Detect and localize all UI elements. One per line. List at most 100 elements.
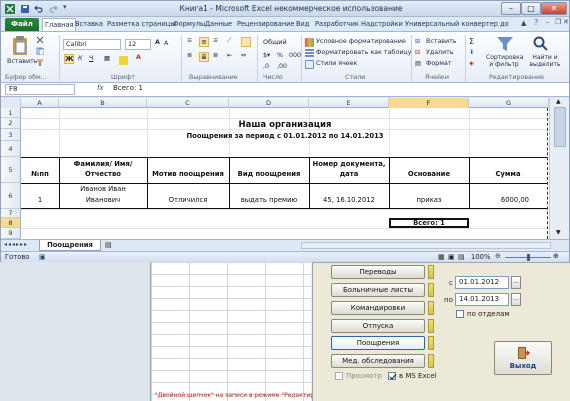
column-header-f[interactable]: F (389, 98, 469, 108)
decrease-decimal-icon[interactable]: ,00 (277, 63, 287, 70)
align-right-icon[interactable]: ≣ (213, 52, 218, 59)
currency-icon[interactable]: $▾ (263, 52, 270, 59)
grow-font-icon[interactable]: A (155, 39, 160, 46)
cell-type[interactable]: выдать премию (229, 196, 309, 204)
zoom-in-icon[interactable]: ⊕ (553, 252, 559, 260)
name-box[interactable]: F8 (5, 84, 75, 95)
save-icon[interactable] (21, 5, 29, 13)
scroll-down-arrow-icon[interactable]: ▼ (556, 229, 561, 236)
conditional-format-icon[interactable] (305, 38, 314, 47)
scroll-up-arrow-icon[interactable]: ▲ (556, 98, 561, 105)
copy-icon[interactable] (36, 47, 44, 55)
vertical-scrollbar[interactable]: ▲ ▼ (549, 98, 569, 239)
tab-file[interactable]: Файл (5, 18, 39, 31)
sheet-nav-arrows-icon[interactable]: ◂◂◂▸▸▸ (4, 241, 28, 248)
zoom-out-icon[interactable]: ⊖ (495, 252, 501, 260)
underline-button[interactable]: Ч (89, 55, 93, 62)
sort-filter-icon[interactable] (496, 36, 514, 52)
cell-fio-line2[interactable]: Иванович (59, 196, 147, 204)
close-button[interactable]: ✕ (541, 2, 567, 15)
find-select-icon[interactable] (533, 36, 549, 52)
cell-fio-line1[interactable]: Иванов Иван (59, 185, 147, 193)
format-painter-icon[interactable] (36, 58, 44, 66)
exit-button[interactable]: Выход (494, 341, 552, 375)
sheet-tab-rewards[interactable]: Поощрения (39, 240, 101, 251)
wb-restore-icon[interactable]: ❐ (555, 18, 561, 26)
clear-icon[interactable]: ◈ (469, 60, 474, 67)
cell-styles-icon[interactable] (305, 60, 314, 69)
comma-icon[interactable]: 000 (289, 52, 301, 59)
bold-button[interactable]: Ж (64, 54, 74, 64)
tab-view[interactable]: Вид (294, 18, 311, 31)
excel-app-icon[interactable] (5, 4, 15, 14)
wb-minimize-icon[interactable]: – (546, 18, 550, 26)
align-bottom-icon[interactable]: ≡ (213, 37, 218, 44)
column-header-b[interactable]: B (59, 98, 147, 108)
rewards-button[interactable]: Поощрения (331, 336, 425, 350)
help-icon[interactable]: ? (534, 18, 538, 27)
percent-icon[interactable]: % (277, 52, 283, 59)
row-header-9[interactable]: 9 (1, 228, 21, 239)
cell-basis[interactable]: приказ (389, 196, 469, 204)
tab-home[interactable]: Главная (42, 18, 77, 31)
font-color-icon[interactable]: A (136, 54, 141, 61)
worksheet-grid[interactable]: A B C D E F G 1 2 3 4 5 6 7 8 9 10 Наша … (1, 98, 549, 239)
tab-developer[interactable]: Разработчик (313, 18, 361, 31)
minimize-button[interactable]: – (501, 2, 521, 15)
row-header-5[interactable]: 5 (1, 157, 21, 183)
indent-icon[interactable]: ⇤ (227, 52, 232, 59)
cell-doc[interactable]: 45, 16.10.2012 (309, 196, 389, 204)
wb-close-icon[interactable]: ✕ (563, 18, 569, 26)
conditional-format-button[interactable]: Условное форматирование (316, 38, 406, 45)
tab-converter[interactable]: Универсальный конвертер до (403, 18, 511, 31)
cell-num[interactable]: 1 (21, 196, 59, 204)
row-header-6[interactable]: 6 (1, 183, 21, 209)
column-header-a[interactable]: A (21, 98, 59, 108)
from-date-picker-button[interactable]: … (511, 276, 521, 289)
zoom-level[interactable]: 100% (471, 253, 490, 261)
borders-icon[interactable]: ▦ (104, 55, 110, 62)
number-format-combo[interactable]: Общий (261, 38, 297, 49)
cell-sum[interactable]: 6000,00 (469, 196, 547, 204)
format-table-button[interactable]: Форматировать как таблицу (316, 49, 411, 56)
in-excel-checkbox[interactable] (388, 372, 397, 380)
ribbon-minimize-icon[interactable]: ▲ (521, 19, 526, 27)
cell-total-selected[interactable]: Всего: 1 (389, 218, 469, 228)
tab-data[interactable]: Данные (203, 18, 234, 31)
increase-decimal-icon[interactable]: ,0 (263, 63, 269, 70)
align-left-icon[interactable]: ≣ (187, 52, 192, 59)
sick-leave-button[interactable]: Больничные листы (331, 283, 425, 297)
align-center-icon[interactable]: ≣ (199, 52, 209, 62)
normal-view-icon[interactable]: ▦ (438, 253, 445, 261)
delete-cells-icon[interactable]: ⊟ (415, 49, 420, 56)
fill-color-icon[interactable] (119, 56, 128, 65)
merge-icon[interactable]: ⇔ (241, 52, 246, 59)
formula-input[interactable]: Всего: 1 (113, 84, 143, 92)
maximize-button[interactable]: □ (521, 2, 541, 15)
column-header-c[interactable]: C (147, 98, 229, 108)
tab-addins[interactable]: Надстройки (359, 18, 405, 31)
find-select-button[interactable]: Найти и выделить (523, 54, 567, 68)
to-date-picker-button[interactable]: … (511, 293, 521, 306)
delete-cells-button[interactable]: Удалить (426, 49, 454, 56)
font-name-combo[interactable]: Calibri (63, 39, 121, 50)
row-header-2[interactable]: 2 (1, 118, 21, 129)
cut-icon[interactable] (36, 36, 44, 44)
row-header-4[interactable]: 4 (1, 141, 21, 157)
paste-clipboard-icon[interactable] (11, 36, 29, 56)
insert-cells-icon[interactable]: ⊞ (415, 38, 420, 45)
format-cells-button[interactable]: Формат (426, 60, 452, 67)
cell-motive[interactable]: Отличился (147, 196, 229, 204)
wrap-text-icon[interactable] (241, 37, 251, 47)
row-header-8[interactable]: 8 (1, 218, 21, 228)
transfers-button[interactable]: Переводы (331, 265, 425, 279)
page-layout-view-icon[interactable]: ▣ (448, 253, 455, 261)
redo-icon[interactable] (49, 5, 58, 13)
insert-cells-button[interactable]: Вставить (426, 38, 457, 45)
format-table-icon[interactable] (305, 49, 314, 58)
sort-filter-button[interactable]: Сортировка и фильтр (486, 54, 523, 68)
medical-exam-button[interactable]: Мед. обследования (331, 354, 425, 368)
macro-record-icon[interactable]: ▣ (39, 253, 46, 261)
from-date-input[interactable]: 01.01.2012 (455, 276, 509, 289)
italic-button[interactable]: К (78, 55, 82, 62)
